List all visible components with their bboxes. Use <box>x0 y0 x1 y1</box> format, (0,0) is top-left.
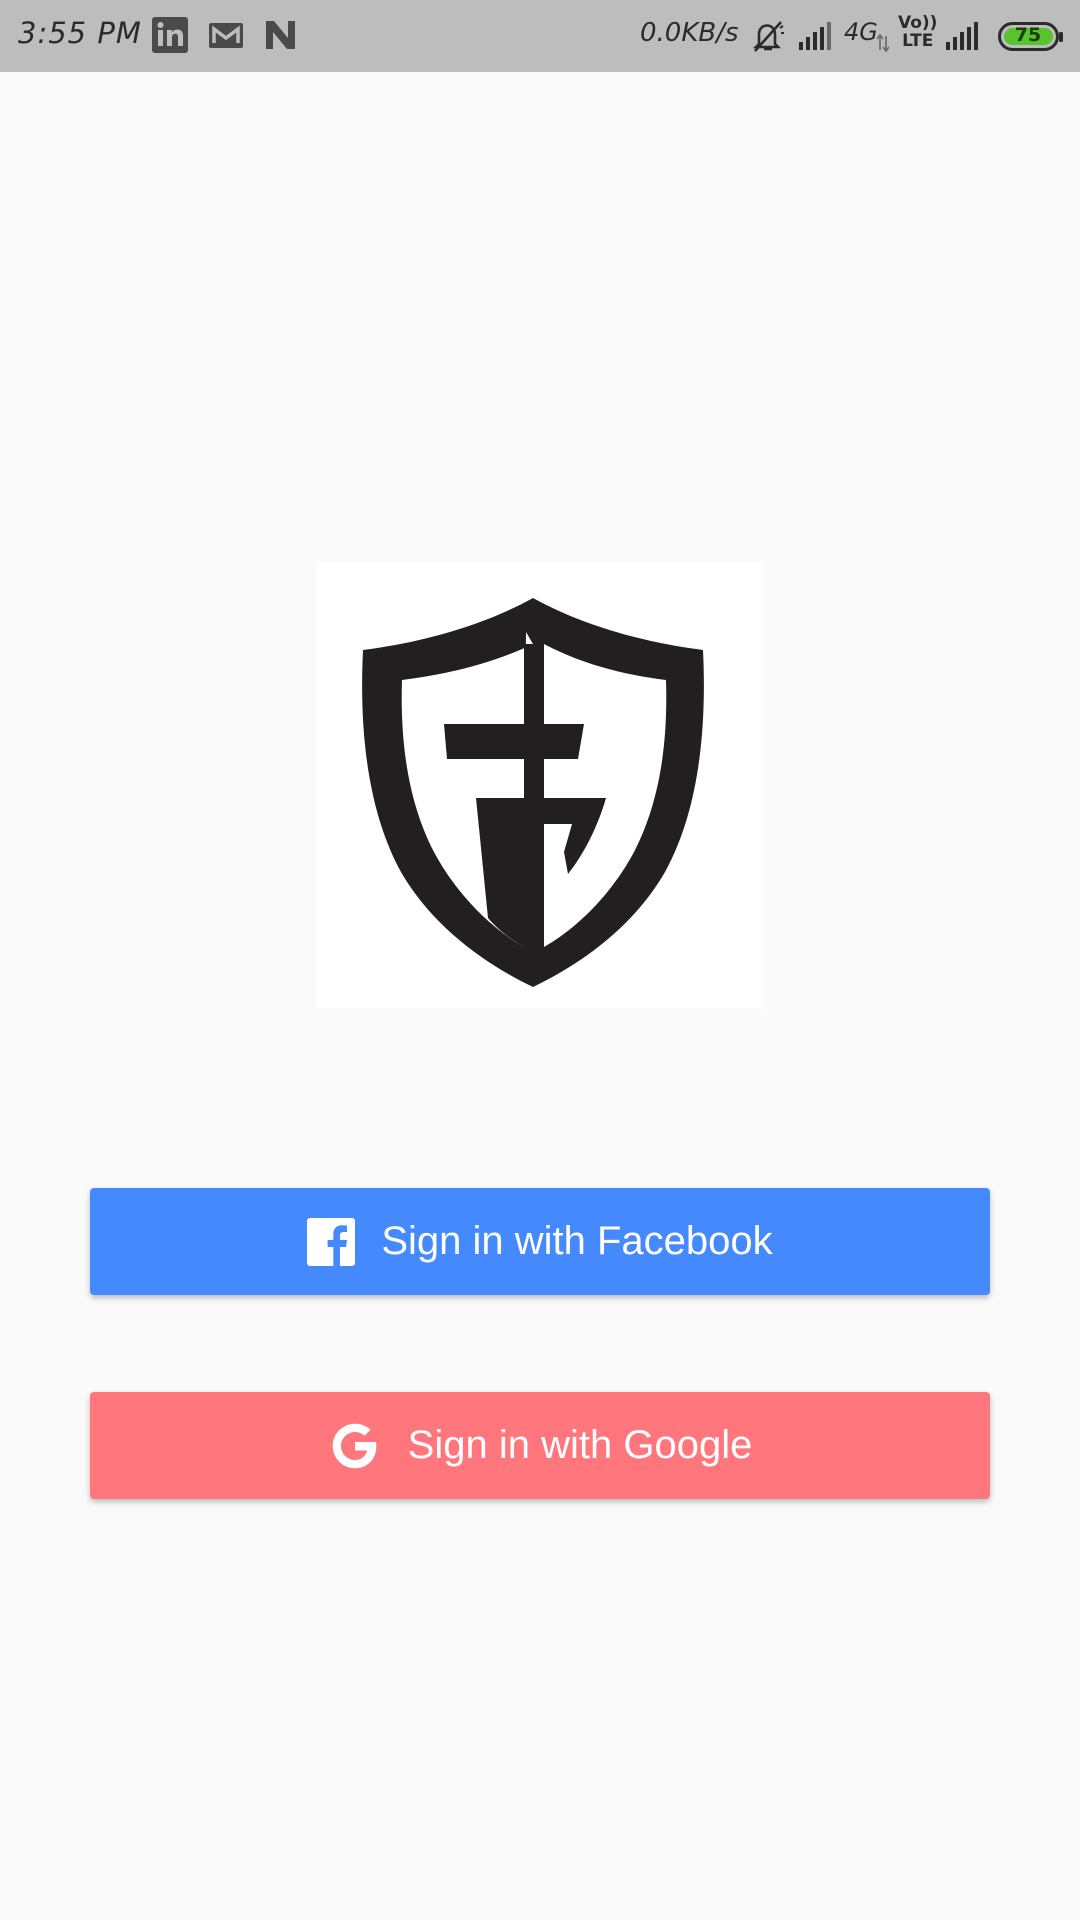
n-app-icon <box>262 16 300 58</box>
app-logo <box>316 562 763 1009</box>
status-bar: 3:55 PM 0.0KB/s 4G Vo)) LTE 75 <box>0 0 1080 72</box>
volte-top: Vo)) <box>898 13 938 33</box>
status-time: 3:55 PM <box>18 16 142 50</box>
data-activity-icon <box>876 33 890 56</box>
network-type: 4G <box>844 18 878 46</box>
google-signin-button[interactable]: Sign in with Google <box>90 1392 990 1499</box>
signal-icon-sim2 <box>944 20 984 56</box>
login-screen: Sign in with Facebook Sign in with Googl… <box>0 72 1080 1920</box>
fs-shield-logo-icon <box>362 598 704 987</box>
signal-icon <box>797 20 837 56</box>
network-speed: 0.0KB/s <box>640 18 739 48</box>
battery-icon: 75 <box>998 22 1063 51</box>
facebook-signin-button[interactable]: Sign in with Facebook <box>90 1188 990 1295</box>
linkedin-icon <box>151 16 189 58</box>
google-signin-label: Sign in with Google <box>407 1423 753 1467</box>
google-icon <box>328 1419 382 1473</box>
volte-bottom: LTE <box>902 31 934 51</box>
battery-level: 75 <box>1014 24 1042 46</box>
gmail-icon <box>207 16 245 58</box>
volte-indicator: Vo)) LTE <box>898 14 937 50</box>
facebook-signin-label: Sign in with Facebook <box>381 1219 773 1263</box>
facebook-icon <box>307 1217 356 1266</box>
mute-icon <box>750 18 786 58</box>
